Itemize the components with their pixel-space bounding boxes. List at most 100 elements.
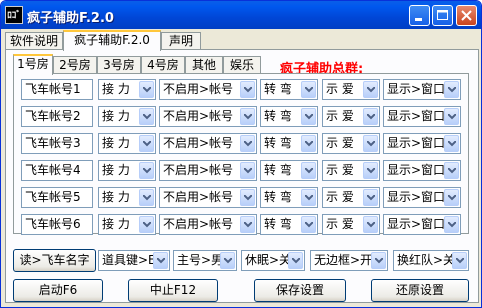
subtab-room-2[interactable]: 2号房 (53, 56, 97, 74)
switch-team-select[interactable]: 换红队>关 (393, 250, 469, 271)
borderless-value: 无边框>开 (314, 253, 373, 267)
chevron-down-icon (444, 216, 459, 233)
display-select[interactable]: 显示>窗口 (383, 160, 461, 181)
action-select[interactable]: 接 力 (98, 133, 156, 154)
subtab-room-3[interactable]: 3号房 (97, 56, 141, 74)
account-name-field[interactable]: 飞车帐号1 (21, 79, 93, 100)
minimize-button[interactable] (409, 5, 430, 26)
tab-statement[interactable]: 声明 (161, 32, 201, 50)
show-select[interactable]: 示 爱 (322, 187, 380, 208)
turn-select[interactable]: 转 弯 (260, 106, 318, 127)
select-value: 显示>窗口 (387, 136, 446, 150)
account-name-field[interactable]: 飞车帐号4 (21, 160, 93, 181)
turn-select[interactable]: 转 弯 (260, 214, 318, 235)
select-value: 接 力 (102, 190, 130, 204)
mode-select[interactable]: 不启用>帐号 (159, 133, 257, 154)
show-select[interactable]: 示 爱 (322, 106, 380, 127)
chevron-down-icon (139, 81, 154, 98)
select-value: 转 弯 (264, 190, 292, 204)
select-value: 接 力 (102, 82, 130, 96)
window-title: 疯子辅助F.2.0 (27, 11, 114, 26)
chevron-down-icon (288, 252, 303, 269)
select-value: 转 弯 (264, 136, 292, 150)
select-value: 接 力 (102, 163, 130, 177)
show-select[interactable]: 示 爱 (322, 79, 380, 100)
mode-select[interactable]: 不启用>帐号 (159, 187, 257, 208)
sleep-value: 休眠>关 (245, 253, 292, 267)
restore-settings-button[interactable]: 还原设置 (371, 279, 469, 302)
main-account-value: 主号>男 (177, 253, 224, 267)
action-select[interactable]: 接 力 (98, 214, 156, 235)
mode-select[interactable]: 不启用>帐号 (159, 106, 257, 127)
mode-select[interactable]: 不启用>帐号 (159, 214, 257, 235)
items-key-select[interactable]: 道具键>E (98, 250, 170, 271)
mode-select[interactable]: 不启用>帐号 (159, 79, 257, 100)
action-select[interactable]: 接 力 (98, 187, 156, 208)
minimize-icon (415, 18, 422, 21)
subtab-other[interactable]: 其他 (185, 56, 223, 74)
select-value: 显示>窗口 (387, 163, 446, 177)
account-name-field[interactable]: 飞车帐号3 (21, 133, 93, 154)
sleep-select[interactable]: 休眠>关 (241, 250, 305, 271)
chevron-down-icon (139, 135, 154, 152)
select-value: 转 弯 (264, 217, 292, 231)
show-select[interactable]: 示 爱 (322, 214, 380, 235)
chevron-down-icon (240, 216, 255, 233)
turn-select[interactable]: 转 弯 (260, 187, 318, 208)
chevron-down-icon (444, 162, 459, 179)
tab-main-assist[interactable]: 疯子辅助F.2.0 (63, 30, 161, 51)
chevron-down-icon (301, 216, 316, 233)
turn-select[interactable]: 转 弯 (260, 79, 318, 100)
chevron-down-icon (240, 81, 255, 98)
chevron-down-icon (363, 108, 378, 125)
tab-software-info[interactable]: 软件说明 (5, 32, 63, 50)
chevron-down-icon (444, 81, 459, 98)
show-select[interactable]: 示 爱 (322, 160, 380, 181)
title-bar[interactable]: ﾛｺﾞ 疯子辅助F.2.0 (1, 1, 481, 29)
action-select[interactable]: 接 力 (98, 106, 156, 127)
turn-select[interactable]: 转 弯 (260, 133, 318, 154)
chevron-down-icon (240, 108, 255, 125)
chevron-down-icon (139, 162, 154, 179)
close-button[interactable] (456, 5, 477, 26)
stop-button[interactable]: 中止F12 (128, 279, 218, 302)
show-select[interactable]: 示 爱 (322, 133, 380, 154)
chevron-down-icon (452, 252, 467, 269)
read-name-button[interactable]: 读>飞车名字 (13, 249, 96, 272)
account-name-field[interactable]: 飞车帐号2 (21, 106, 93, 127)
save-settings-button[interactable]: 保存设置 (254, 279, 346, 302)
start-button[interactable]: 启动F6 (13, 279, 103, 302)
chevron-down-icon (240, 162, 255, 179)
select-value: 显示>窗口 (387, 82, 446, 96)
chevron-down-icon (301, 189, 316, 206)
chevron-down-icon (153, 252, 168, 269)
chevron-down-icon (444, 108, 459, 125)
select-value: 不启用>帐号 (163, 217, 234, 231)
mode-select[interactable]: 不启用>帐号 (159, 160, 257, 181)
main-account-select[interactable]: 主号>男 (173, 250, 237, 271)
select-value: 不启用>帐号 (163, 109, 234, 123)
close-icon (461, 10, 472, 21)
chevron-down-icon (301, 81, 316, 98)
select-value: 不启用>帐号 (163, 136, 234, 150)
display-select[interactable]: 显示>窗口 (383, 79, 461, 100)
turn-select[interactable]: 转 弯 (260, 160, 318, 181)
borderless-select[interactable]: 无边框>开 (310, 250, 388, 271)
select-value: 示 爱 (326, 190, 354, 204)
maximize-button[interactable] (432, 5, 453, 26)
action-select[interactable]: 接 力 (98, 160, 156, 181)
account-name-field[interactable]: 飞车帐号5 (21, 187, 93, 208)
display-select[interactable]: 显示>窗口 (383, 214, 461, 235)
subtab-room-4[interactable]: 4号房 (141, 56, 185, 74)
display-select[interactable]: 显示>窗口 (383, 187, 461, 208)
select-value: 显示>窗口 (387, 217, 446, 231)
select-value: 示 爱 (326, 109, 354, 123)
switch-team-value: 换红队>关 (397, 253, 456, 267)
account-name-field[interactable]: 飞车帐号6 (21, 214, 93, 235)
action-select[interactable]: 接 力 (98, 79, 156, 100)
subtab-room-1[interactable]: 1号房 (13, 54, 53, 75)
subtab-entertainment[interactable]: 娱乐 (223, 56, 261, 74)
display-select[interactable]: 显示>窗口 (383, 133, 461, 154)
display-select[interactable]: 显示>窗口 (383, 106, 461, 127)
select-value: 接 力 (102, 109, 130, 123)
